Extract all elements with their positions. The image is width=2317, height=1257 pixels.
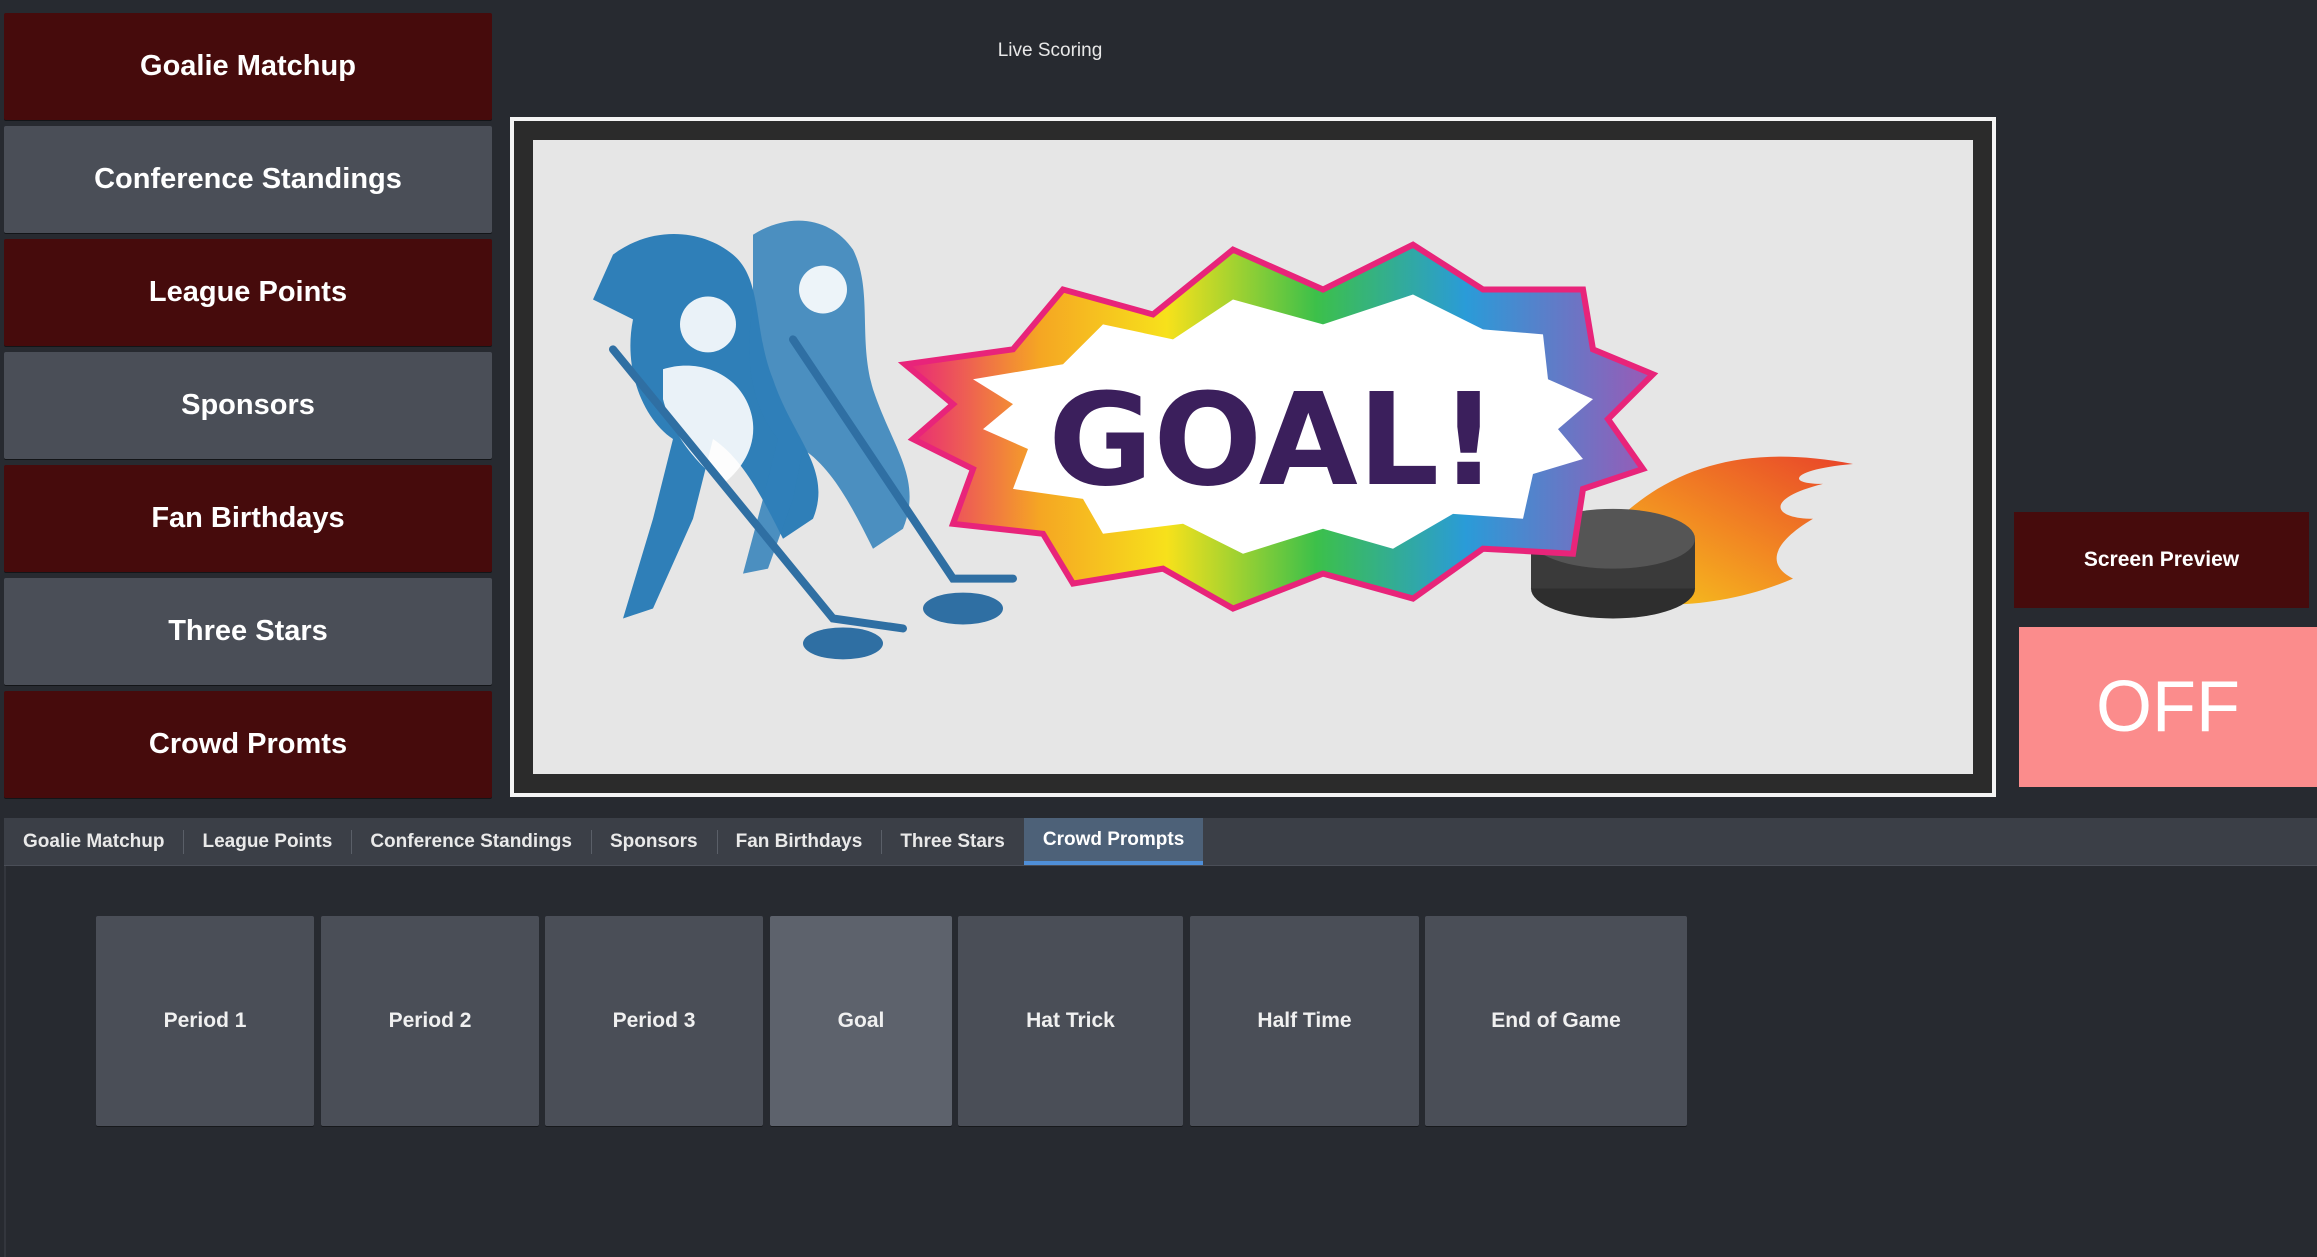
tab-three-stars[interactable]: Three Stars: [881, 818, 1024, 865]
tab-league-points[interactable]: League Points: [183, 818, 351, 865]
prompt-button-period-3[interactable]: Period 3: [545, 916, 763, 1126]
nav-button-fan-birthdays[interactable]: Fan Birthdays: [4, 465, 492, 572]
tab-goalie-matchup[interactable]: Goalie Matchup: [4, 818, 183, 865]
tab-fan-birthdays[interactable]: Fan Birthdays: [716, 818, 882, 865]
preview-frame: GOAL!: [510, 117, 1996, 797]
goal-graphic-preview: GOAL!: [533, 140, 1973, 774]
prompt-button-hat-trick[interactable]: Hat Trick: [958, 916, 1183, 1126]
tab-sponsors[interactable]: Sponsors: [590, 818, 717, 865]
nav-button-sponsors[interactable]: Sponsors: [4, 352, 492, 459]
prompt-button-period-1[interactable]: Period 1: [96, 916, 314, 1126]
nav-button-league-points[interactable]: League Points: [4, 239, 492, 346]
tab-crowd-prompts[interactable]: Crowd Prompts: [1023, 818, 1204, 865]
category-nav: Goalie Matchup Conference Standings Leag…: [4, 13, 492, 804]
prompt-button-end-of-game[interactable]: End of Game: [1425, 916, 1687, 1126]
screen-preview-button[interactable]: Screen Preview: [2014, 512, 2309, 608]
page-title: Live Scoring: [997, 40, 1103, 61]
nav-button-three-stars[interactable]: Three Stars: [4, 578, 492, 685]
off-toggle-button[interactable]: OFF: [2019, 627, 2317, 787]
prompt-button-half-time[interactable]: Half Time: [1190, 916, 1419, 1126]
nav-button-conference-standings[interactable]: Conference Standings: [4, 126, 492, 233]
tab-conference-standings[interactable]: Conference Standings: [351, 818, 591, 865]
goal-text: GOAL!: [1048, 366, 1497, 515]
prompt-button-goal[interactable]: Goal: [770, 916, 952, 1126]
prompt-button-period-2[interactable]: Period 2: [321, 916, 539, 1126]
nav-button-crowd-prompts[interactable]: Crowd Promts: [4, 691, 492, 798]
nav-button-goalie-matchup[interactable]: Goalie Matchup: [4, 13, 492, 120]
goal-graphic: GOAL!: [593, 220, 1853, 660]
category-tabs: Goalie Matchup League Points Conference …: [4, 818, 2317, 866]
